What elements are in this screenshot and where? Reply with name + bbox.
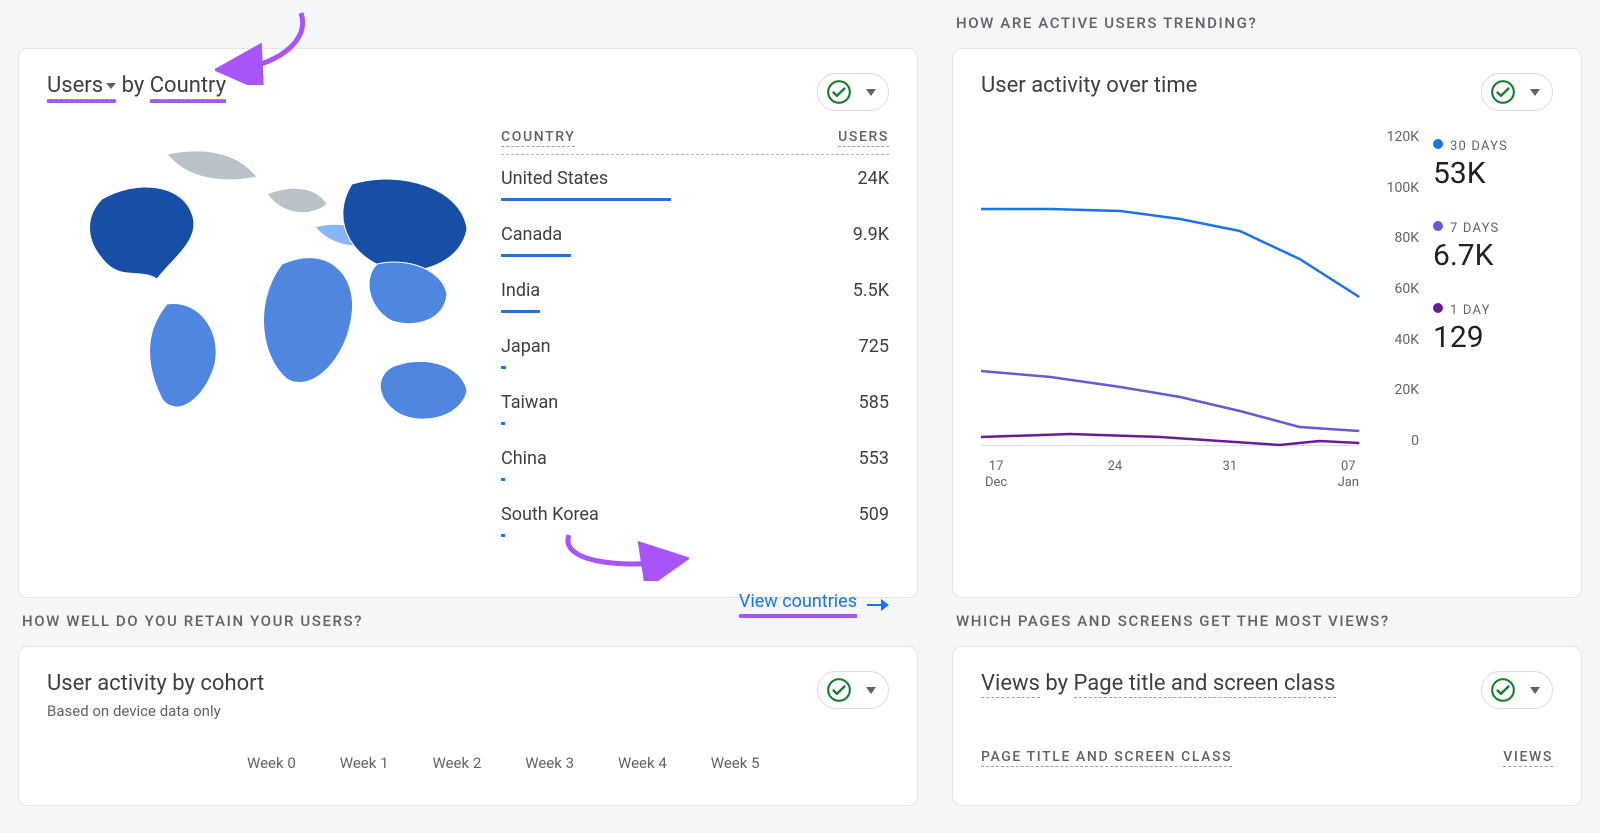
card-title-trend: User activity over time xyxy=(981,73,1197,98)
card-status-pill[interactable] xyxy=(1481,73,1553,111)
country-users: 725 xyxy=(859,336,889,357)
chevron-down-icon xyxy=(866,687,876,694)
chevron-down-icon xyxy=(866,89,876,96)
cohort-week: Week 0 xyxy=(247,754,296,772)
section-heading-views: WHICH PAGES AND SCREENS GET THE MOST VIE… xyxy=(956,612,1582,630)
trend-chart[interactable]: 120K100K80K60K40K20K0 17Dec243107Jan xyxy=(981,129,1419,489)
x-axis-labels: 17Dec243107Jan xyxy=(981,453,1419,490)
y-axis-labels: 120K100K80K60K40K20K0 xyxy=(1364,129,1419,449)
cohort-week-headers: Week 0 Week 1 Week 2 Week 3 Week 4 Week 5 xyxy=(47,754,889,772)
section-heading-placeholder xyxy=(22,14,918,32)
country-name: United States xyxy=(501,168,608,189)
dimension-link[interactable]: Page title and screen class xyxy=(1074,671,1336,698)
country-users: 509 xyxy=(859,504,889,525)
check-circle-icon xyxy=(1490,79,1516,105)
table-row[interactable]: Canada 9.9K xyxy=(501,211,889,267)
table-row[interactable]: South Korea 509 xyxy=(501,491,889,547)
view-countries-link[interactable]: View countries xyxy=(739,591,857,618)
card-status-pill[interactable] xyxy=(817,73,889,111)
country-users: 5.5K xyxy=(853,280,889,301)
card-status-pill[interactable] xyxy=(1481,671,1553,709)
world-map[interactable] xyxy=(47,129,477,449)
cohort-week: Week 5 xyxy=(711,754,760,772)
check-circle-icon xyxy=(1490,677,1516,703)
users-by-country-card: Users by Country xyxy=(18,48,918,598)
legend-item: 30 DAYS53K xyxy=(1433,135,1553,191)
metric-selector[interactable]: Views xyxy=(981,671,1040,698)
check-circle-icon xyxy=(826,79,852,105)
country-name: South Korea xyxy=(501,504,599,525)
card-status-pill[interactable] xyxy=(817,671,889,709)
user-activity-by-cohort-card: User activity by cohort Based on device … xyxy=(18,646,918,806)
table-row[interactable]: India 5.5K xyxy=(501,267,889,323)
table-row[interactable]: Taiwan 585 xyxy=(501,379,889,435)
user-activity-over-time-card: User activity over time 120K100K80K60K40… xyxy=(952,48,1582,598)
check-circle-icon xyxy=(826,677,852,703)
chevron-down-icon xyxy=(1530,687,1540,694)
country-users: 24K xyxy=(857,168,889,189)
country-users: 585 xyxy=(859,392,889,413)
country-name: Canada xyxy=(501,224,562,245)
col-page: PAGE TITLE AND SCREEN CLASS xyxy=(981,749,1232,767)
views-by-page-card: Views by Page title and screen class PAG… xyxy=(952,646,1582,806)
legend-item: 1 DAY129 xyxy=(1433,299,1553,355)
trend-legend: 30 DAYS53K 7 DAYS6.7K 1 DAY129 xyxy=(1433,129,1553,489)
country-name: Taiwan xyxy=(501,392,558,413)
col-views: VIEWS xyxy=(1503,749,1553,767)
legend-item: 7 DAYS6.7K xyxy=(1433,217,1553,273)
cohort-week: Week 2 xyxy=(433,754,482,772)
table-row[interactable]: China 553 xyxy=(501,435,889,491)
card-title-views: Views by Page title and screen class xyxy=(981,671,1336,696)
card-title-users-by-country: Users by Country xyxy=(47,73,226,98)
card-subtitle-cohort: Based on device data only xyxy=(47,702,264,720)
col-users: USERS xyxy=(838,129,889,147)
col-country: COUNTRY xyxy=(501,129,575,147)
chevron-down-icon xyxy=(1530,89,1540,96)
country-users: 9.9K xyxy=(853,224,889,245)
country-table: COUNTRY USERS United States 24K Canada 9.9K… xyxy=(501,129,889,547)
country-name: Japan xyxy=(501,336,551,357)
cohort-week: Week 4 xyxy=(618,754,667,772)
arrow-right-icon xyxy=(867,598,889,612)
cohort-week: Week 1 xyxy=(340,754,389,772)
metric-selector[interactable]: Users xyxy=(47,73,116,100)
section-heading-trending: HOW ARE ACTIVE USERS TRENDING? xyxy=(956,14,1582,32)
dimension-link[interactable]: Country xyxy=(150,73,226,100)
card-title-cohort: User activity by cohort xyxy=(47,671,264,696)
table-row[interactable]: United States 24K xyxy=(501,155,889,211)
cohort-week: Week 3 xyxy=(525,754,574,772)
country-name: China xyxy=(501,448,547,469)
country-users: 553 xyxy=(859,448,889,469)
table-row[interactable]: Japan 725 xyxy=(501,323,889,379)
country-name: India xyxy=(501,280,540,301)
